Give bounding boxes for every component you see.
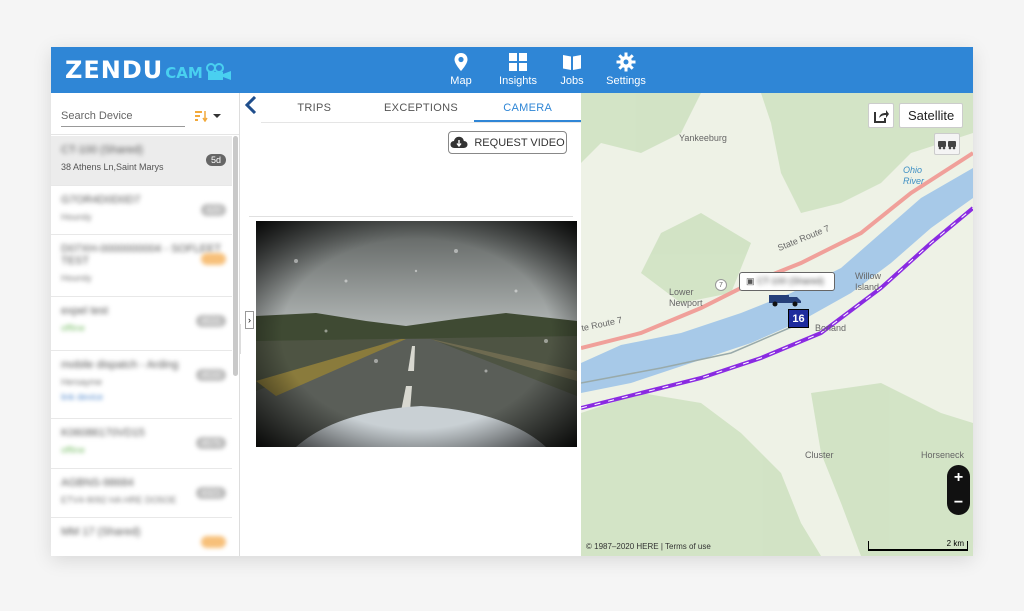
status-badge: 4575 [195, 437, 226, 449]
vehicle-popup[interactable]: ▣ CT-100 (Shared) [739, 272, 835, 291]
scale-label: 2 km [946, 539, 964, 548]
nav-settings-label: Settings [606, 75, 646, 87]
place-label: Yankeeburg [679, 133, 727, 143]
nav-insights[interactable]: Insights [487, 52, 549, 87]
tab-camera[interactable]: CAMERA [474, 93, 582, 122]
status-badge: 4321 [195, 487, 226, 499]
camera-icon [205, 63, 231, 80]
divider [249, 216, 573, 217]
map-canvas [581, 93, 973, 556]
detail-tabs: TRIPS EXCEPTIONS CAMERA [261, 93, 582, 123]
status-badge: 14d [200, 536, 226, 548]
detail-panel: TRIPS EXCEPTIONS CAMERA REQUEST VIDEO › [241, 93, 582, 556]
sidebar-scrollbar[interactable] [233, 136, 238, 376]
zoom-control: + − [947, 465, 970, 515]
place-label: Horseneck [921, 450, 965, 460]
device-item[interactable]: expel test offline 4531 [51, 297, 232, 351]
sort-filter-button[interactable] [195, 109, 221, 123]
status-badge: 4533 [195, 369, 226, 381]
device-link[interactable]: link device [61, 392, 232, 402]
tab-trips[interactable]: TRIPS [261, 93, 368, 122]
place-label: Cluster [805, 450, 834, 460]
status-badge: 4531 [195, 315, 226, 327]
map-view[interactable]: Yankeeburg Ohio River State Route 7 Lowe… [581, 93, 973, 556]
status-badge: 5d [205, 154, 226, 166]
truck-icon [769, 295, 801, 307]
gear-icon [616, 52, 636, 72]
logo-main-text: ZENDU [65, 56, 164, 84]
traffic-icon [938, 141, 956, 150]
status-badge: 420 [200, 204, 226, 216]
sort-icon [195, 111, 208, 122]
grid-icon [509, 53, 527, 71]
nav-map-label: Map [450, 75, 472, 87]
tab-exceptions[interactable]: EXCEPTIONS [368, 93, 475, 122]
zoom-in-button[interactable]: + [954, 469, 963, 485]
device-list: CT-100 (Shared) 38 Athens Ln,Saint Marys… [51, 136, 232, 556]
camera-icon: ▣ [746, 276, 758, 286]
place-label: Borland [815, 323, 847, 333]
main-nav: Map Insights Jobs Settings [435, 52, 657, 87]
traffic-toggle[interactable] [934, 133, 960, 155]
vehicle-name: CT-100 (Shared) [757, 276, 825, 286]
satellite-toggle[interactable]: Satellite [899, 103, 964, 128]
vehicle-marker[interactable]: 16 [788, 309, 809, 328]
logo-sub-text: CAM [165, 64, 203, 82]
place-label: Willow Island [855, 271, 881, 292]
device-status: Hoursly [61, 273, 92, 283]
cloud-download-icon [450, 136, 468, 148]
map-pin-icon [454, 53, 468, 71]
request-video-button[interactable]: REQUEST VIDEO [448, 131, 567, 154]
nav-jobs[interactable]: Jobs [549, 52, 595, 87]
nav-settings[interactable]: Settings [595, 52, 657, 87]
map-scale: 2 km [868, 539, 968, 551]
search-row [51, 93, 239, 135]
nav-insights-label: Insights [499, 75, 537, 87]
chevron-left-icon [245, 96, 257, 114]
device-name: CT-100 (Shared) [61, 144, 143, 156]
place-label: Ohio River [903, 165, 925, 186]
top-bar: ZENDU CAM Map Insights Jobs Settings [51, 47, 973, 93]
device-item[interactable]: AGBNS-98684 ETV4-9092 HA HRE DO5OE 4321 [51, 469, 232, 518]
zenducam-logo[interactable]: ZENDU CAM [65, 56, 232, 84]
share-icon [874, 109, 889, 123]
map-copyright[interactable]: © 1987–2020 HERE | Terms of use [586, 542, 711, 551]
device-item[interactable]: D07XH-0000000004 - SOFLEET TEST Hoursly … [51, 235, 232, 297]
share-button[interactable] [868, 103, 894, 128]
video-expand-handle[interactable]: › [245, 311, 254, 329]
request-video-label: REQUEST VIDEO [474, 136, 565, 149]
device-item[interactable]: K06086170VD15 offline 4575 [51, 419, 232, 469]
nav-jobs-label: Jobs [560, 75, 584, 87]
book-icon [563, 55, 581, 70]
back-button[interactable] [241, 93, 261, 117]
chevron-down-icon [213, 114, 221, 118]
dashcam-video[interactable] [256, 221, 577, 447]
zoom-out-button[interactable]: − [954, 494, 963, 510]
route-shield: 7 [715, 279, 727, 291]
device-item[interactable]: CT-100 (Shared) 38 Athens Ln,Saint Marys… [51, 136, 232, 186]
place-label: Lower Newport [669, 287, 703, 308]
app-window: ZENDU CAM Map Insights Jobs Settings Sea… [51, 47, 973, 556]
search-device-input[interactable] [61, 105, 185, 127]
device-item[interactable]: MM 17 (Shared) 14d [51, 518, 232, 556]
device-sidebar: CT-100 (Shared) 38 Athens Ln,Saint Marys… [51, 93, 240, 556]
nav-map[interactable]: Map [435, 52, 487, 87]
dashcam-frame-image [256, 221, 577, 447]
device-item[interactable]: G7OR4D0D0D7 Hoursly 420 [51, 186, 232, 235]
status-badge: 10d [200, 253, 226, 265]
device-item[interactable]: mobile dispatch - Arding Hersayme link d… [51, 351, 232, 419]
